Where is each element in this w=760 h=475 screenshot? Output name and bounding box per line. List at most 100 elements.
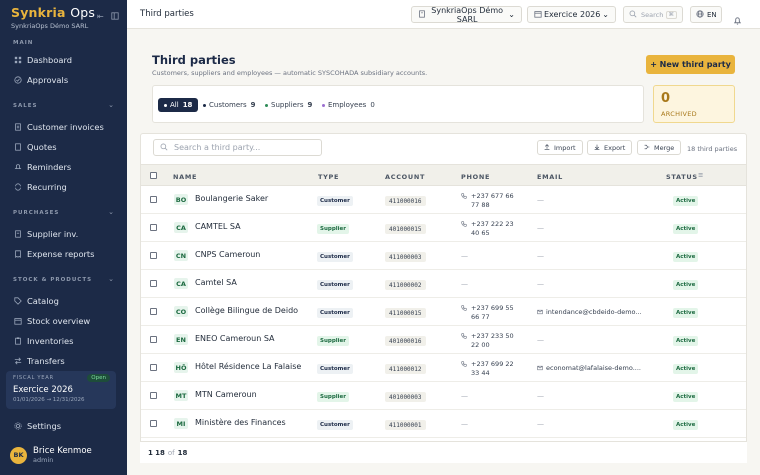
- row-name[interactable]: ENEO Cameroun SA: [195, 334, 275, 343]
- fiscal-year-card[interactable]: FISCAL YEAR Open Exercice 2026 01/01/202…: [6, 371, 116, 409]
- row-checkbox[interactable]: [150, 308, 157, 315]
- fiscal-year-selector-label: Exercice 2026: [543, 10, 601, 19]
- phone-icon: [461, 220, 468, 238]
- chevron-down-icon[interactable]: ⌄: [108, 208, 114, 216]
- export-button[interactable]: Export: [587, 140, 633, 155]
- nav-reminders[interactable]: Reminders: [13, 162, 71, 172]
- row-avatar: EN: [174, 334, 188, 345]
- building-icon: [418, 9, 426, 20]
- header-name[interactable]: NAME: [173, 173, 197, 181]
- row-checkbox[interactable]: [150, 392, 157, 399]
- import-button[interactable]: Import: [537, 140, 583, 155]
- row-email-cell: —: [537, 196, 647, 204]
- table-row[interactable]: CO Collège Bilingue de Deido Customer 41100…: [141, 298, 746, 326]
- nav-supplier-inv[interactable]: Supplier inv.: [13, 229, 78, 239]
- filter-suppliers-count: 9: [307, 101, 313, 109]
- select-all-checkbox[interactable]: [150, 172, 157, 179]
- nav-dashboard[interactable]: Dashboard: [13, 55, 72, 65]
- logo[interactable]: Synkria Ops: [11, 5, 95, 20]
- nav-quotes[interactable]: Quotes: [13, 142, 57, 152]
- fiscal-year-selector[interactable]: Exercice 2026 ⌄: [527, 6, 616, 23]
- row-name[interactable]: Camtel SA: [195, 278, 237, 287]
- row-checkbox[interactable]: [150, 196, 157, 203]
- nav-dashboard-label: Dashboard: [27, 55, 73, 65]
- nav-customer-invoices[interactable]: Customer invoices: [13, 122, 104, 132]
- filter-employees[interactable]: Employees 0: [322, 98, 375, 112]
- row-email[interactable]: intendance@cbdeido-demo...: [546, 308, 642, 316]
- page-breadcrumb: Third parties: [140, 9, 194, 19]
- row-status-badge: Active: [673, 252, 699, 262]
- table-row[interactable]: CA CAMTEL SA Supplier 401000015 +237 222 23 4…: [141, 214, 746, 242]
- row-email: —: [537, 392, 544, 400]
- row-checkbox[interactable]: [150, 280, 157, 287]
- user-profile[interactable]: BK Brice Kenmoe admin: [10, 446, 92, 464]
- page-of: of: [167, 448, 175, 457]
- nav-catalog[interactable]: Catalog: [13, 296, 59, 306]
- table-row[interactable]: HÔ Hôtel Résidence La Falaise Customer 4110…: [141, 354, 746, 382]
- tag-icon: [13, 297, 22, 306]
- language-selector[interactable]: EN: [690, 6, 722, 23]
- row-name[interactable]: Collège Bilingue de Deido: [195, 306, 298, 315]
- sort-icon[interactable]: ≡: [698, 171, 704, 179]
- row-name[interactable]: CAMTEL SA: [195, 222, 241, 231]
- row-type-badge: Customer: [317, 364, 353, 374]
- table-row[interactable]: CA Camtel SA Customer 411000002 — — Active: [141, 270, 746, 298]
- header-account[interactable]: ACCOUNT: [385, 173, 425, 181]
- row-checkbox[interactable]: [150, 420, 157, 427]
- table-row[interactable]: MI Ministère des Finances Customer 41100000…: [141, 410, 746, 438]
- merge-button[interactable]: Merge: [637, 140, 682, 155]
- row-account: 411000012: [385, 364, 426, 374]
- row-status-badge: Active: [673, 420, 699, 430]
- row-account: 401000003: [385, 392, 426, 402]
- clipboard-icon: [13, 337, 22, 346]
- filter-suppliers[interactable]: Suppliers 9: [265, 98, 312, 112]
- table-row[interactable]: BO Boulangerie Saker Customer 411000016 +237…: [141, 186, 746, 214]
- main-content: Third parties Customers, suppliers and e…: [127, 29, 760, 475]
- row-checkbox[interactable]: [150, 252, 157, 259]
- row-status-badge: Active: [673, 224, 699, 234]
- bell-icon[interactable]: [733, 10, 742, 29]
- panel-icon[interactable]: [111, 12, 119, 22]
- chevron-down-icon[interactable]: ⌄: [108, 275, 114, 283]
- row-name[interactable]: CNPS Cameroun: [195, 250, 260, 259]
- sidebar: Synkria Ops SynkriaOps Démo SARL ⇤ MAIN …: [0, 0, 127, 475]
- row-name[interactable]: Boulangerie Saker: [195, 194, 268, 203]
- row-phone-line2: 33 44: [471, 369, 490, 377]
- nav-recurring[interactable]: Recurring: [13, 182, 67, 192]
- nav-supplier-inv-label: Supplier inv.: [27, 229, 79, 239]
- row-email: —: [537, 336, 544, 344]
- row-name[interactable]: MTN Cameroun: [195, 390, 257, 399]
- table-row[interactable]: MT MTN Cameroun Supplier 401000003 — — Active: [141, 382, 746, 410]
- collapse-icon[interactable]: ⇤: [97, 12, 104, 21]
- header-status[interactable]: STATUS: [666, 173, 698, 181]
- row-name[interactable]: Ministère des Finances: [195, 418, 286, 427]
- row-account: 401000016: [385, 336, 426, 346]
- nav-stock-overview[interactable]: Stock overview: [13, 316, 90, 326]
- header-type[interactable]: TYPE: [318, 173, 339, 181]
- nav-inventories[interactable]: Inventories: [13, 336, 73, 346]
- archived-card[interactable]: 0 ARCHIVED: [653, 85, 735, 123]
- row-account: 411000016: [385, 196, 426, 206]
- chevron-down-icon[interactable]: ⌄: [108, 101, 114, 109]
- nav-settings[interactable]: Settings: [13, 421, 61, 431]
- new-third-party-button[interactable]: + New third party: [646, 55, 735, 74]
- avatar: BK: [10, 446, 27, 464]
- header-email[interactable]: EMAIL: [537, 173, 563, 181]
- row-name[interactable]: Hôtel Résidence La Falaise: [195, 362, 301, 371]
- header-phone[interactable]: PHONE: [461, 173, 490, 181]
- filter-customers[interactable]: Customers 9: [203, 98, 256, 112]
- row-checkbox[interactable]: [150, 224, 157, 231]
- nav-transfers[interactable]: Transfers: [13, 356, 65, 366]
- row-checkbox[interactable]: [150, 364, 157, 371]
- calendar-icon: [534, 10, 542, 20]
- table-row[interactable]: CN CNPS Cameroun Customer 411000003 — — Active: [141, 242, 746, 270]
- nav-expense-reports[interactable]: Expense reports: [13, 249, 95, 259]
- row-checkbox[interactable]: [150, 336, 157, 343]
- filter-all[interactable]: All 18: [158, 98, 199, 112]
- company-selector[interactable]: SynkriaOps Démo SARL ⌄: [411, 6, 522, 24]
- table-search[interactable]: Search a third party...: [153, 139, 322, 156]
- global-search[interactable]: Search ⌘: [623, 6, 683, 23]
- row-email[interactable]: economat@lafalaise-demo....: [546, 364, 641, 372]
- nav-approvals[interactable]: Approvals: [13, 75, 68, 85]
- table-row[interactable]: EN ENEO Cameroun SA Supplier 401000016 +237 …: [141, 326, 746, 354]
